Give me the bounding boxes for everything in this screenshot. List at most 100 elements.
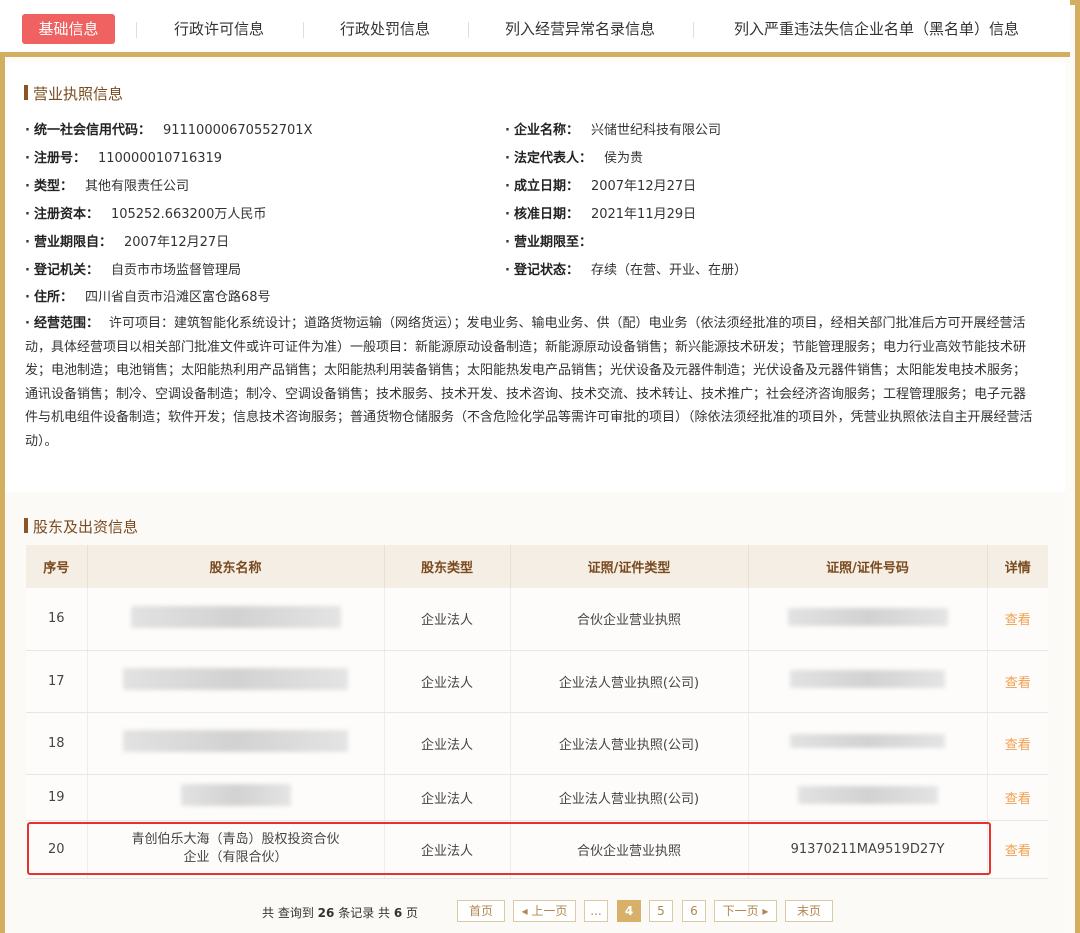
redacted-block xyxy=(787,607,948,626)
cell-type: 企业法人 xyxy=(384,774,511,821)
pager-page-6[interactable]: 6 xyxy=(682,900,706,922)
field-company-name: · 企业名称： 兴储世纪科技有限公司 xyxy=(505,123,721,138)
tab-basic-info[interactable]: 基础信息 xyxy=(22,14,115,44)
field-address: · 住所： 四川省自贡市沿滩区富仓路68号 xyxy=(25,290,271,305)
field-approved: · 核准日期： 2021年11月29日 xyxy=(505,207,697,222)
pager-ellipsis: ... xyxy=(584,900,608,922)
cell-name-redacted xyxy=(87,650,385,713)
header-detail: 详情 xyxy=(987,545,1048,588)
field-credit-code: · 统一社会信用代码： 91110000670552701X xyxy=(25,123,313,138)
field-term-to: · 营业期限至： xyxy=(505,235,592,250)
bullet: · xyxy=(505,151,510,166)
cell-detail: 查看 xyxy=(987,774,1048,821)
view-detail-link[interactable]: 查看 xyxy=(1005,844,1031,859)
record-count: 26 xyxy=(317,906,335,920)
cell-type: 企业法人 xyxy=(384,588,511,651)
cell-cert-no-redacted xyxy=(748,774,988,821)
cell-name-redacted xyxy=(87,774,385,821)
field-status: · 登记状态： 存续（在营、开业、在册） xyxy=(505,263,747,278)
table-header-row: 序号 股东名称 股东类型 证照/证件类型 证照/证件号码 详情 xyxy=(26,545,1048,588)
cell-name-redacted xyxy=(87,712,385,775)
pager-next-button[interactable]: 下一页 ▸ xyxy=(714,900,777,922)
table-row: 16 企业法人 合伙企业营业执照 查看 xyxy=(26,588,1048,651)
view-detail-link[interactable]: 查看 xyxy=(1005,613,1031,628)
tab-admin-license[interactable]: 行政许可信息 xyxy=(174,14,264,44)
field-founded: · 成立日期： 2007年12月27日 xyxy=(505,179,697,194)
cell-type: 企业法人 xyxy=(384,650,511,713)
bullet: · xyxy=(25,151,30,166)
header-cert-type: 证照/证件类型 xyxy=(510,545,749,588)
redacted-block xyxy=(797,786,938,804)
pager-last-button[interactable]: 末页 xyxy=(785,900,833,922)
record-summary: 共 查询到 26 条记录 共 6 页 xyxy=(262,906,419,920)
view-detail-link[interactable]: 查看 xyxy=(1005,792,1031,807)
bullet: · xyxy=(25,290,30,305)
bullet: · xyxy=(25,123,30,138)
tab-separator xyxy=(303,22,304,38)
cell-cert-type: 企业法人营业执照(公司) xyxy=(510,712,749,775)
cell-name-redacted xyxy=(87,588,385,651)
cell-detail: 查看 xyxy=(987,712,1048,775)
cell-detail: 查看 xyxy=(987,820,1048,879)
bullet: · xyxy=(25,179,30,194)
view-detail-link[interactable]: 查看 xyxy=(1005,676,1031,691)
shareholder-section: 股东及出资信息 序号 股东名称 股东类型 证照/证件类型 证照/证件号码 详情 … xyxy=(5,492,1065,933)
field-business-scope: · 经营范围： 许可项目：建筑智能化系统设计；道路货物运输（网络货运）；发电业务、输… xyxy=(25,316,1033,449)
tab-separator xyxy=(136,22,137,38)
bullet: · xyxy=(505,207,510,222)
redacted-block xyxy=(180,784,291,806)
business-scope-text: 许可项目：建筑智能化系统设计；道路货物运输（网络货运）；发电业务、输电业务、供（… xyxy=(25,316,1033,449)
pager-page-5[interactable]: 5 xyxy=(649,900,673,922)
table-row: 19 企业法人 企业法人营业执照(公司) 查看 xyxy=(26,774,1048,821)
redacted-block xyxy=(790,734,945,748)
cell-no: 18 xyxy=(26,712,88,775)
cell-no: 17 xyxy=(26,650,88,713)
field-authority: · 登记机关： 自贡市市场监督管理局 xyxy=(25,263,241,278)
field-capital: · 注册资本： 105252.663200万人民币 xyxy=(25,207,267,222)
pager-prev-button[interactable]: ◂ 上一页 xyxy=(513,900,576,922)
bullet: · xyxy=(25,263,30,278)
bullet: · xyxy=(25,316,30,331)
bullet: · xyxy=(505,123,510,138)
cell-no: 16 xyxy=(26,588,88,651)
field-type: · 类型： 其他有限责任公司 xyxy=(25,179,189,194)
tab-bar: 基础信息 行政许可信息 行政处罚信息 列入经营异常名录信息 列入严重违法失信企业… xyxy=(0,0,1070,57)
redacted-block xyxy=(123,730,348,752)
table-row: 17 企业法人 企业法人营业执照(公司) 查看 xyxy=(26,650,1048,713)
bullet: · xyxy=(505,263,510,278)
license-section: 营业执照信息 · 统一社会信用代码： 91110000670552701X · 企业名… xyxy=(5,62,1065,492)
cell-no: 19 xyxy=(26,774,88,821)
tab-admin-penalty[interactable]: 行政处罚信息 xyxy=(340,14,430,44)
tab-abnormal-list[interactable]: 列入经营异常名录信息 xyxy=(505,14,655,44)
cell-no: 20 xyxy=(26,820,88,879)
pager-first-button[interactable]: 首页 xyxy=(457,900,505,922)
redacted-block xyxy=(123,668,348,690)
header-type: 股东类型 xyxy=(384,545,511,588)
table-row: 18 企业法人 企业法人营业执照(公司) 查看 xyxy=(26,712,1048,775)
shareholder-section-title: 股东及出资信息 xyxy=(24,516,138,537)
cell-cert-no: 91370211MA9519D27Y xyxy=(748,820,988,879)
header-cert-no: 证照/证件号码 xyxy=(748,545,988,588)
header-name: 股东名称 xyxy=(87,545,385,588)
pager-page-4[interactable]: 4 xyxy=(617,900,641,922)
cell-cert-type: 企业法人营业执照(公司) xyxy=(510,774,749,821)
cell-detail: 查看 xyxy=(987,588,1048,651)
bullet: · xyxy=(25,235,30,250)
page-count: 6 xyxy=(393,906,403,920)
cell-type: 企业法人 xyxy=(384,820,511,879)
tab-blacklist[interactable]: 列入严重违法失信企业名单（黑名单）信息 xyxy=(734,14,1019,44)
tab-separator xyxy=(468,22,469,38)
field-legal-rep: · 法定代表人： 侯为贵 xyxy=(505,151,643,166)
cell-cert-no-redacted xyxy=(748,712,988,775)
redacted-block xyxy=(790,670,945,688)
redacted-block xyxy=(130,605,341,628)
view-detail-link[interactable]: 查看 xyxy=(1005,738,1031,753)
shareholder-name-line2: 企业（有限合伙） xyxy=(183,850,288,865)
tab-separator xyxy=(693,22,694,38)
cell-detail: 查看 xyxy=(987,650,1048,713)
cell-cert-type: 企业法人营业执照(公司) xyxy=(510,650,749,713)
cell-cert-no-redacted xyxy=(748,588,988,651)
bullet: · xyxy=(505,179,510,194)
header-no: 序号 xyxy=(26,545,88,588)
shareholder-name-line1: 青创伯乐大海（青岛）股权投资合伙 xyxy=(131,832,340,847)
